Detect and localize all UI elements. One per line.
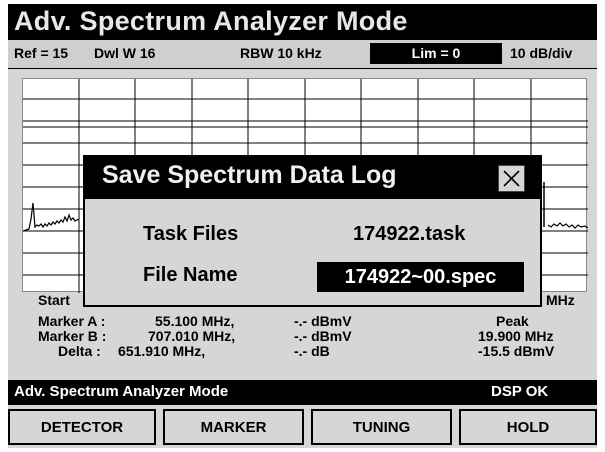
status-row: Ref = 15 Dwl W 16 RBW 10 kHz Lim = 0 10 … [8,40,597,69]
rbw-setting: RBW 10 kHz [240,45,322,61]
delta-level: -.- dB [294,343,330,359]
hold-softkey[interactable]: HOLD [459,409,597,445]
dsp-status: DSP OK [491,383,549,400]
mode-label: Adv. Spectrum Analyzer Mode [14,383,229,400]
app-title: Adv. Spectrum Analyzer Mode [14,6,408,36]
dwell-setting: Dwl W 16 [94,45,156,61]
title-bar: Adv. Spectrum Analyzer Mode [8,4,597,40]
dialog-title-bar: Save Spectrum Data Log [85,157,540,199]
save-log-dialog: Save Spectrum Data Log Task Files 174922… [83,155,542,307]
tuning-softkey[interactable]: TUNING [311,409,452,445]
vertical-scale: 10 dB/div [510,45,573,61]
analyzer-screen: Adv. Spectrum Analyzer Mode Ref = 15 Dwl… [8,4,597,448]
stop-frequency-unit: MHz [546,292,575,308]
spectrum-trace-right [547,222,588,229]
softkey-bar: DETECTOR MARKER TUNING HOLD [8,407,597,448]
task-files-value[interactable]: 174922.task [353,223,465,246]
marker-b-frequency: 707.010 MHz, [148,328,236,344]
task-files-label: Task Files [143,223,239,245]
peak-frequency: 19.900 MHz [478,328,554,344]
reference-level: Ref = 15 [14,45,69,61]
peak-level: -15.5 dBmV [478,343,555,359]
file-name-label: File Name [143,264,238,286]
marker-a-frequency: 55.100 MHz, [155,313,235,329]
file-name-field[interactable]: 174922~00.spec [317,262,524,292]
marker-a-label: Marker A : [38,313,106,329]
dialog-close-button[interactable] [498,165,525,192]
mode-bar: Adv. Spectrum Analyzer Mode DSP OK [8,380,597,405]
peak-label: Peak [496,313,529,329]
detector-softkey[interactable]: DETECTOR [8,409,156,445]
close-icon [503,170,520,187]
start-frequency-label: Start [38,292,70,308]
marker-b-label: Marker B : [38,328,107,344]
marker-a-level: -.- dBmV [294,313,352,329]
spectrum-trace-left [23,202,80,232]
marker-softkey[interactable]: MARKER [163,409,304,445]
marker-b-level: -.- dBmV [294,328,352,344]
delta-label: Delta : [58,343,101,359]
limit-indicator: Lim = 0 [370,43,502,64]
dialog-title: Save Spectrum Data Log [102,161,397,189]
delta-frequency: 651.910 MHz, [118,343,206,359]
